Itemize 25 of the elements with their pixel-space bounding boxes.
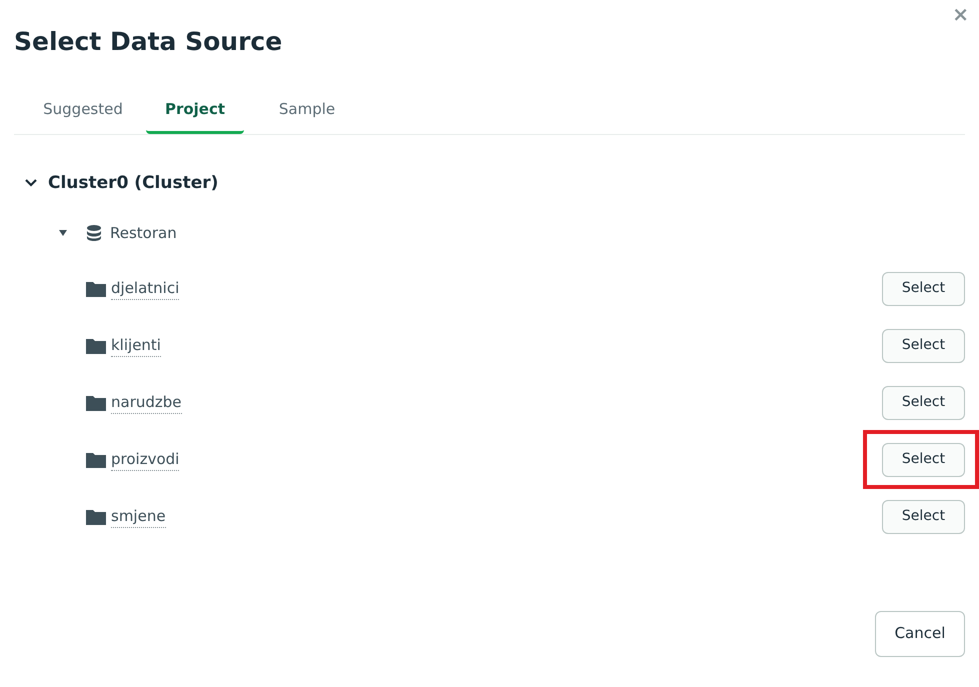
folder-icon: [86, 280, 106, 296]
collection-name[interactable]: djelatnici: [111, 276, 180, 300]
select-button[interactable]: Select: [882, 500, 965, 534]
folder-icon: [86, 338, 106, 354]
chevron-down-icon[interactable]: [24, 178, 38, 188]
folder-icon: [86, 452, 106, 468]
select-button[interactable]: Select: [882, 272, 965, 306]
cancel-button[interactable]: Cancel: [875, 610, 965, 656]
collection-name[interactable]: klijenti: [111, 334, 161, 358]
collection-name[interactable]: smjene: [111, 504, 166, 528]
tab[interactable]: Project: [146, 98, 244, 134]
caret-down-icon[interactable]: [59, 230, 67, 236]
collection-name[interactable]: proizvodi: [111, 448, 180, 472]
database-icon: [87, 225, 101, 242]
select-button[interactable]: Select: [882, 328, 965, 362]
folder-icon: [86, 394, 106, 410]
folder-icon: [86, 508, 106, 524]
tab[interactable]: Sample: [258, 98, 356, 134]
tab[interactable]: Suggested: [34, 98, 132, 134]
collection-name[interactable]: narudzbe: [111, 390, 182, 414]
dialog-title: Select Data Source: [14, 26, 282, 58]
select-button[interactable]: Select: [882, 386, 965, 420]
cluster-name: Cluster0 (Cluster): [48, 172, 218, 194]
select-button[interactable]: Select: [882, 442, 965, 476]
database-name: Restoran: [110, 223, 177, 244]
